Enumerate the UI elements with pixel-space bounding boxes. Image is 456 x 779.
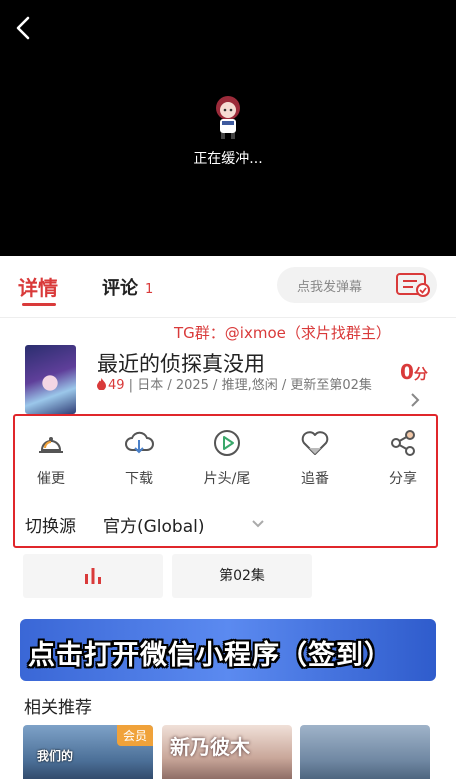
bar-chart-icon xyxy=(85,568,101,584)
source-label: 切换源 xyxy=(25,517,76,537)
recommend-title: 相关推荐 xyxy=(24,698,92,718)
anime-title: 最近的侦探真没用 xyxy=(97,352,265,376)
share-button[interactable]: 分享 xyxy=(368,428,438,488)
tab-detail[interactable]: 详情 xyxy=(18,272,58,301)
action-label: 追番 xyxy=(301,471,329,487)
cloud-download-icon xyxy=(125,431,154,454)
chevron-right-icon[interactable] xyxy=(410,393,420,407)
action-label: 催更 xyxy=(37,471,65,487)
source-select[interactable]: 官方(Global) xyxy=(103,512,205,537)
tab-comment[interactable]: 评论 xyxy=(102,274,138,300)
anime-poster[interactable] xyxy=(25,345,76,414)
anime-meta[interactable]: 49 | 日本 / 2025 / 推理,悠闲 / 更新至第02集 xyxy=(97,377,397,394)
recommend-card-title: 我们的 xyxy=(37,749,74,763)
play-circle-icon xyxy=(214,430,240,456)
action-label: 片头/尾 xyxy=(203,471,251,487)
buffering-text: 正在缓冲... xyxy=(193,151,263,167)
member-badge: 会员 xyxy=(116,725,153,746)
heat-count: 49 xyxy=(108,378,125,393)
download-button[interactable]: 下载 xyxy=(104,428,174,488)
intro-outro-button[interactable]: 片头/尾 xyxy=(192,428,262,488)
mini-program-banner[interactable]: 点击打开微信小程序（签到） xyxy=(20,619,436,681)
back-arrow-icon[interactable] xyxy=(10,12,38,44)
danmaku-input[interactable]: 点我发弹幕 xyxy=(277,267,437,303)
video-player[interactable]: 正在缓冲... xyxy=(0,0,456,256)
loading-mascot-icon xyxy=(216,96,240,139)
episode-button[interactable]: 第02集 xyxy=(172,554,312,598)
flame-icon xyxy=(97,378,106,390)
recommend-card[interactable] xyxy=(300,725,430,779)
recommend-card[interactable]: 新乃彼木 xyxy=(162,725,292,779)
danmaku-settings-icon[interactable] xyxy=(395,272,431,298)
recommend-card[interactable]: 我们的 会员 xyxy=(23,725,153,779)
telegram-group-notice: TG群：@ixmoe（求片找群主） xyxy=(174,324,391,342)
meta-details: | 日本 / 2025 / 推理,悠闲 / 更新至第02集 xyxy=(124,378,372,393)
active-tab-indicator xyxy=(22,303,56,306)
action-panel: 催更 下载 片头/尾 追番 分享 切换源 官方(Global) xyxy=(13,414,438,548)
action-label: 分享 xyxy=(389,471,417,487)
score: 0分 xyxy=(400,360,428,384)
follow-button[interactable]: 追番 xyxy=(280,428,350,488)
detail-tabbar: 详情 评论 1 点我发弹幕 xyxy=(0,256,456,318)
recommend-card-title: 新乃彼木 xyxy=(170,735,250,759)
comment-count-badge: 1 xyxy=(145,282,154,297)
bell-icon xyxy=(39,437,63,453)
app-page: 正在缓冲... 详情 评论 1 点我发弹幕 TG群：@ixmoe（求片找群主） … xyxy=(0,0,456,779)
heart-icon xyxy=(301,431,329,455)
score-unit: 分 xyxy=(413,367,428,383)
chevron-down-icon[interactable] xyxy=(251,519,265,529)
share-icon xyxy=(391,430,415,456)
danmaku-placeholder: 点我发弹幕 xyxy=(297,280,363,295)
urge-update-button[interactable]: 催更 xyxy=(16,428,86,488)
score-value: 0 xyxy=(400,360,414,384)
episode-ranking-button[interactable] xyxy=(23,554,163,598)
action-label: 下载 xyxy=(125,471,153,487)
banner-text: 点击打开微信小程序（签到） xyxy=(28,640,392,671)
